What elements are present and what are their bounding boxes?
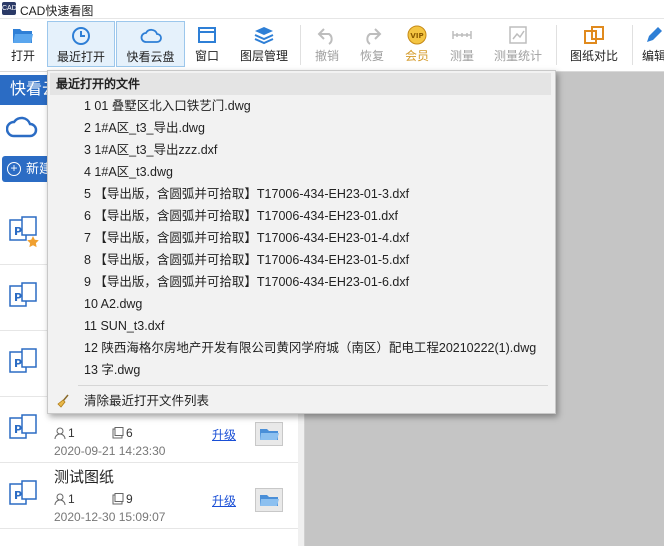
file-date: 2020-09-21 14:23:30 [54, 444, 166, 458]
menu-separator [78, 385, 548, 386]
clear-recent-files-item[interactable]: 清除最近打开文件列表 [48, 390, 553, 412]
edit-button-label: 编辑 [642, 49, 664, 63]
title-bar: CAD CAD快速看图 [0, 0, 664, 19]
open-folder-button[interactable] [255, 488, 283, 512]
drawing-file-icon: P [9, 348, 37, 373]
recent-file-item[interactable]: 6 【导出版，含圆弧并可拾取】T17006-434-EH23-01.dxf [48, 205, 553, 227]
sheet-count: 6 [112, 426, 133, 440]
redo-button-label: 恢复 [359, 49, 384, 63]
measure-stats-icon [509, 26, 527, 44]
open-button-label: 打开 [10, 49, 35, 63]
undo-button[interactable]: 撤销 [308, 21, 346, 67]
svg-text:VIP: VIP [410, 32, 423, 40]
drawing-file-icon: P [9, 480, 37, 505]
open-folder-button[interactable] [255, 422, 283, 446]
recent-file-item[interactable]: 4 1#A区_t3.dwg [48, 161, 553, 183]
member-count: 1 [54, 492, 75, 506]
drawing-file-star-icon: P [9, 216, 39, 248]
folder-icon [260, 429, 279, 440]
member-count: 1 [54, 426, 75, 440]
window-title: CAD快速看图 [20, 4, 94, 18]
folder-open-icon [13, 29, 33, 43]
recent-files-menu: 最近打开的文件 1 01 叠墅区北入口铁艺门.dwg 2 1#A区_t3_导出.… [47, 70, 556, 414]
measure-button-label: 测量 [449, 49, 474, 63]
app-logo-icon: CAD [2, 2, 17, 15]
member-count-value: 1 [68, 426, 75, 440]
edit-button[interactable]: 编辑 [638, 21, 664, 67]
cloud-icon [6, 116, 38, 138]
window-icon [198, 27, 216, 43]
recent-file-item[interactable]: 8 【导出版，含圆弧并可拾取】T17006-434-EH23-01-5.dxf [48, 249, 553, 271]
drawing-file-icon: P [9, 282, 37, 307]
recent-open-button[interactable]: 最近打开 [47, 21, 115, 67]
cloud-drive-button[interactable]: 快看云盘 [116, 21, 185, 67]
compare-icon [584, 26, 604, 44]
folder-icon [260, 495, 279, 506]
recent-file-item[interactable]: 13 字.dwg [48, 359, 553, 381]
recent-files-header: 最近打开的文件 [50, 73, 551, 95]
recent-file-item[interactable]: 7 【导出版，含圆弧并可拾取】T17006-434-EH23-01-4.dxf [48, 227, 553, 249]
svg-text:P: P [14, 423, 22, 436]
recent-open-button-label: 最近打开 [56, 50, 105, 64]
vip-button[interactable]: VIP 会员 [398, 21, 436, 67]
compare-drawings-button-label: 图纸对比 [569, 49, 618, 63]
window-button[interactable]: 窗口 [188, 21, 226, 67]
recent-file-item[interactable]: 1 01 叠墅区北入口铁艺门.dwg [48, 95, 553, 117]
recent-file-item[interactable]: 5 【导出版，含圆弧并可拾取】T17006-434-EH23-01-3.dxf [48, 183, 553, 205]
user-icon [54, 427, 66, 440]
recent-file-item[interactable]: 10 A2.dwg [48, 293, 553, 315]
svg-text:P: P [14, 291, 22, 304]
layer-manager-button[interactable]: 图层管理 [234, 21, 294, 67]
broom-icon [57, 394, 69, 408]
undo-icon [317, 28, 333, 45]
file-date: 2020-12-30 15:09:07 [54, 510, 166, 524]
vip-icon: VIP [407, 25, 427, 45]
undo-button-label: 撤销 [314, 49, 339, 63]
redo-button[interactable]: 恢复 [353, 21, 391, 67]
recent-file-item[interactable]: 11 SUN_t3.dxf [48, 315, 553, 337]
measure-stats-button-label: 测量统计 [493, 49, 542, 63]
clear-recent-files-label: 清除最近打开文件列表 [84, 394, 210, 408]
sheet-count-value: 9 [126, 492, 133, 506]
toolbar-separator [632, 25, 633, 65]
upgrade-link[interactable]: 升级 [212, 492, 236, 509]
drawing-file-icon: P [9, 414, 37, 439]
measure-button[interactable]: 测量 [443, 21, 481, 67]
list-item[interactable]: P 测试图纸 1 9 2020-12-30 15:09:07 升级 [0, 462, 298, 529]
layer-manager-button-label: 图层管理 [239, 49, 288, 63]
edit-icon [647, 27, 662, 42]
svg-text:P: P [14, 489, 22, 502]
cloud-drive-button-label: 快看云盘 [126, 50, 175, 64]
file-name: 测试图纸 [54, 469, 115, 486]
open-button[interactable]: 打开 [0, 21, 46, 67]
toolbar-separator [300, 25, 301, 65]
redo-icon [366, 28, 382, 45]
upgrade-link[interactable]: 升级 [212, 426, 236, 443]
clock-icon [72, 27, 90, 45]
sheet-count: 9 [112, 492, 133, 506]
measure-stats-button[interactable]: 测量统计 [489, 21, 547, 67]
sheets-icon [112, 493, 124, 505]
svg-text:P: P [14, 357, 22, 370]
sheet-count-value: 6 [126, 426, 133, 440]
recent-file-item[interactable]: 12 陕西海格尔房地产开发有限公司黄冈学府城（南区）配电工程20210222(1… [48, 337, 553, 359]
toolbar-separator [556, 25, 557, 65]
window-button-label: 窗口 [194, 49, 219, 63]
recent-file-item[interactable]: 2 1#A区_t3_导出.dwg [48, 117, 553, 139]
ruler-icon [452, 31, 472, 39]
recent-file-item[interactable]: 9 【导出版，含圆弧并可拾取】T17006-434-EH23-01-6.dxf [48, 271, 553, 293]
compare-drawings-button[interactable]: 图纸对比 [564, 21, 624, 67]
cloud-icon [140, 28, 162, 43]
svg-text:P: P [14, 225, 22, 238]
user-icon [54, 493, 66, 506]
sheets-icon [112, 427, 124, 439]
plus-icon: + [7, 162, 21, 176]
toolbar: 打开 最近打开 快看云盘 窗口 图层管理 撤销 恢复 VIP 会员 测量 测量统… [0, 19, 664, 72]
member-count-value: 1 [68, 492, 75, 506]
layers-icon [254, 27, 274, 45]
recent-file-item[interactable]: 3 1#A区_t3_导出zzz.dxf [48, 139, 553, 161]
vip-button-label: 会员 [404, 49, 429, 63]
